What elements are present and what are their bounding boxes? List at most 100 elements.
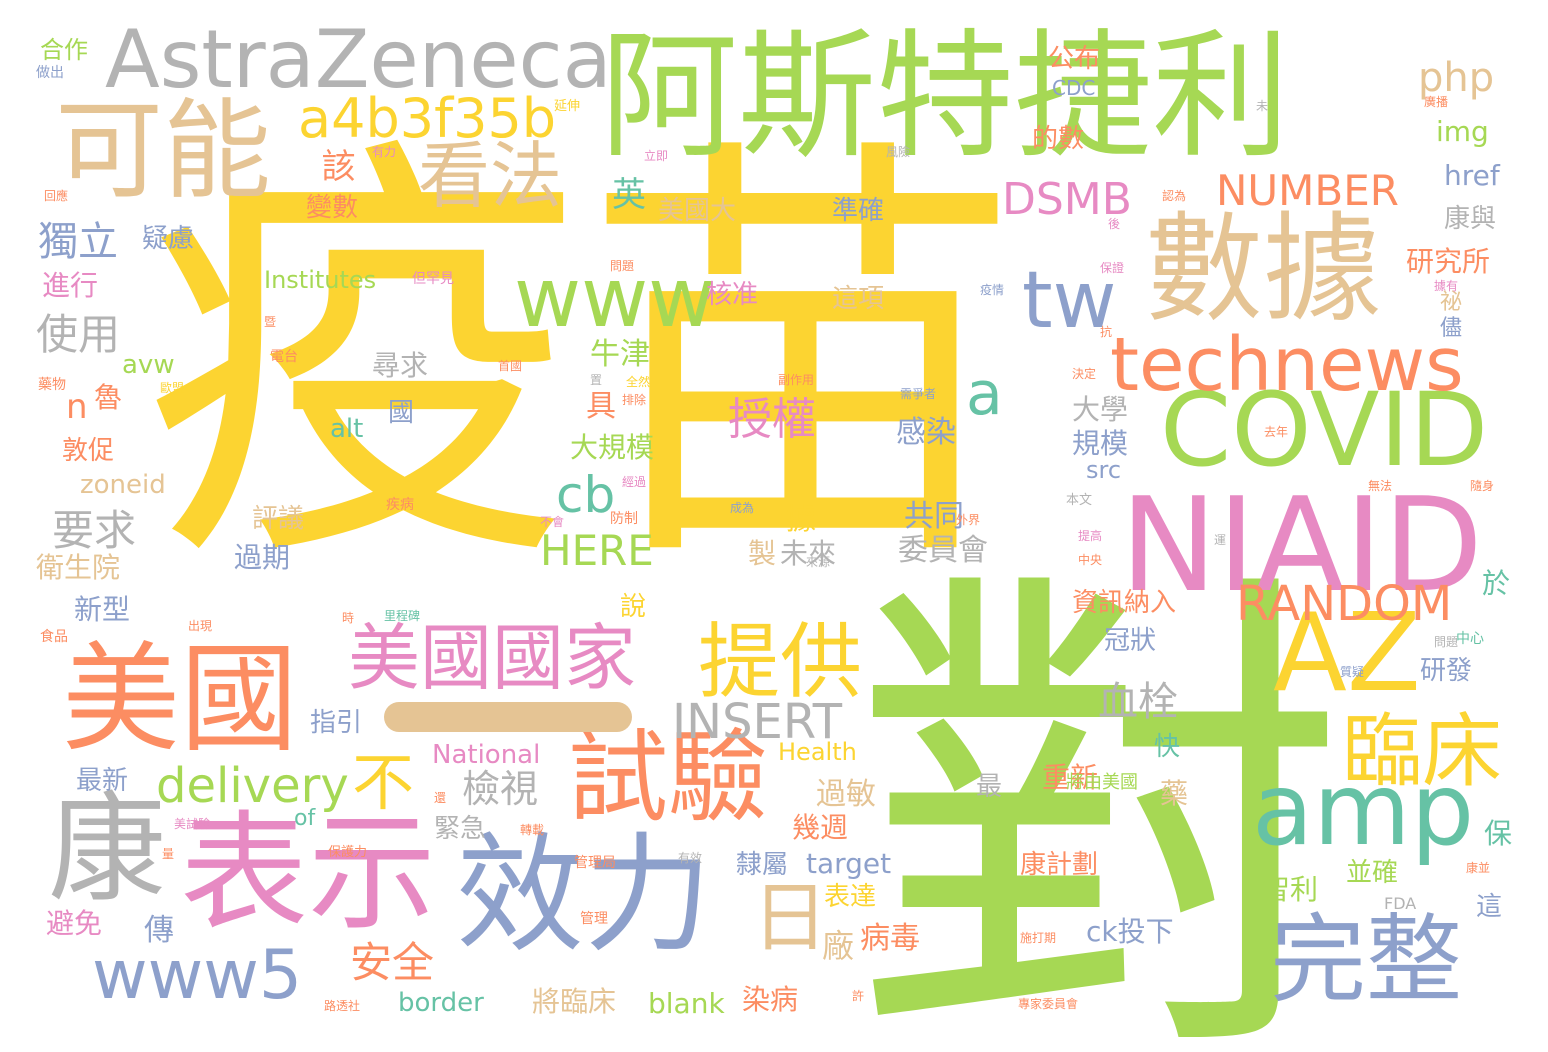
word-guimo: 規模 <box>1072 427 1129 460</box>
word-jinxing: 進行 <box>42 269 99 302</box>
word-huan: 還 <box>434 791 447 805</box>
word-xinxing: 新型 <box>74 593 131 626</box>
word-institutes: Institutes <box>264 266 377 294</box>
word-ju: 據 <box>786 502 816 537</box>
word-here: HERE <box>540 526 654 575</box>
word-yaoqiu: 要求 <box>52 506 137 555</box>
word-huiying: 回應 <box>44 189 69 203</box>
word-tigong: 提供 <box>698 615 863 710</box>
word-shipin: 食品 <box>40 629 68 645</box>
word-wenti2: 問題 <box>1434 635 1459 649</box>
word-zhexiang: 這項 <box>832 284 885 314</box>
word-laiyuan: 來源 <box>806 555 831 569</box>
word-jueding: 決定 <box>1072 367 1097 381</box>
word-anquan: 安全 <box>350 938 435 987</box>
word-shuo: 說 <box>620 592 647 622</box>
word-jiangyoumeiguo: 將由美國 <box>1066 772 1138 793</box>
word-hou: 後 <box>1108 217 1121 231</box>
word-weiyuanhui: 委員會 <box>898 533 988 568</box>
word-a: a <box>966 359 1003 429</box>
word-duli: 獨立 <box>38 219 118 265</box>
word-guanliju: 管理局 <box>574 855 616 871</box>
word-kangyu: 康與 <box>1444 204 1497 234</box>
word-technews: technews <box>1110 322 1464 408</box>
word-zhongyang: 中央 <box>1078 553 1103 567</box>
word-yu: 於 <box>1482 567 1511 600</box>
word-shuju: 數據 <box>1145 200 1382 338</box>
word-meiguo: 美國 <box>62 630 299 768</box>
word-kangbing: 康並 <box>1466 861 1491 875</box>
word-zhunque: 準確 <box>832 196 885 226</box>
word-chengwei: 成為 <box>730 501 755 515</box>
word-diantai: 電台 <box>270 349 298 365</box>
word-deshu: 的數 <box>1032 124 1085 154</box>
word-fda: FDA <box>1384 894 1417 913</box>
word-www5: www5 <box>92 936 303 1015</box>
word-guomin: 過敏 <box>816 777 876 812</box>
word-health: Health <box>778 738 857 766</box>
word-gongtong: 共同 <box>904 499 964 534</box>
word-chuxian: 出現 <box>188 619 213 633</box>
word-linchuang: 臨床 <box>1342 705 1502 798</box>
word-dashline: 一 <box>384 702 632 732</box>
word-biaoda: 表達 <box>824 882 877 912</box>
word-wanzheng: 完整 <box>1270 904 1462 1016</box>
word-zhiyin: 指引 <box>310 708 363 738</box>
word-oumeng: 歐盟 <box>160 381 185 395</box>
word-zhi: 製 <box>748 537 777 570</box>
word-kangjihua: 康計劃 <box>1020 850 1099 880</box>
word-alt: alt <box>330 414 364 444</box>
word-zhili: 智利 <box>1262 873 1319 906</box>
word-bingdu: 病毒 <box>860 921 920 956</box>
word-xuyaozhe: 需爭者 <box>900 387 937 401</box>
word-national: National <box>432 740 541 770</box>
word-shouquan: 授權 <box>728 394 816 445</box>
word-zhongxin2: 中心 <box>1456 631 1484 647</box>
word-kanfa: 看法 <box>418 134 563 218</box>
word-zoneid: zoneid <box>80 470 166 500</box>
word-daguimo: 大規模 <box>570 431 655 464</box>
word-fengxian: 風險 <box>886 145 911 159</box>
word-fuzuoyong: 副作用 <box>778 373 815 387</box>
word-shidazi: 施打期 <box>1020 931 1057 945</box>
word-ranbing: 染病 <box>742 983 799 1016</box>
word-weishengyuan: 衛生院 <box>36 551 121 584</box>
word-shi: 時 <box>342 611 355 625</box>
word-xu: 許 <box>852 989 865 1003</box>
word-zixun: 資訊納入 <box>1072 588 1177 618</box>
word-kang2: 抗 <box>1100 325 1113 339</box>
word-delivery: delivery <box>156 758 349 814</box>
word-bao: 保 <box>1484 817 1513 850</box>
word-qunian: 去年 <box>1264 425 1289 439</box>
word-fangzhi: 防制 <box>610 511 638 527</box>
word-zhuanzai: 轉載 <box>520 823 545 837</box>
word-youxiao: 有效 <box>678 851 703 865</box>
word-niujin: 牛津 <box>590 337 650 372</box>
word-yao: 藥 <box>1160 777 1189 810</box>
word-hezhun: 核准 <box>706 280 759 310</box>
word-yaowu: 藥物 <box>38 377 66 393</box>
word-yilv: 疑慮 <box>142 224 195 254</box>
word-juyou: 具 <box>586 389 616 424</box>
word-yanshen: 延伸 <box>554 99 581 114</box>
word-quanran: 全然 <box>626 375 651 389</box>
word-paichu: 排除 <box>622 393 647 407</box>
word-meishiyan: 美試驗 <box>174 817 211 831</box>
word-lichengbei: 里程碑 <box>384 609 421 623</box>
word-renwei: 認為 <box>1162 189 1187 203</box>
word-kang: 康 <box>48 780 167 918</box>
word-guanli: 管理 <box>580 911 608 927</box>
word-guoqi: 過期 <box>234 541 291 574</box>
word-zhuanjia: 專家委員會 <box>1018 997 1079 1011</box>
word-baohuli: 保護力 <box>328 845 368 860</box>
word-jucu: 敦促 <box>62 436 115 466</box>
word-guangbo: 廣播 <box>1424 95 1449 109</box>
word-meiguoguojia: 美國國家 <box>348 616 637 700</box>
word-random: RANDOM <box>1236 576 1453 632</box>
word-meiguoda: 美國大 <box>658 196 737 226</box>
word-guanzhuang: 冠狀 <box>1104 626 1157 656</box>
word-blank: blank <box>648 987 725 1020</box>
word-zhe: 這 <box>1476 892 1503 922</box>
word-shouguo: 首國 <box>498 359 523 373</box>
word-yun: 運 <box>1214 533 1227 547</box>
